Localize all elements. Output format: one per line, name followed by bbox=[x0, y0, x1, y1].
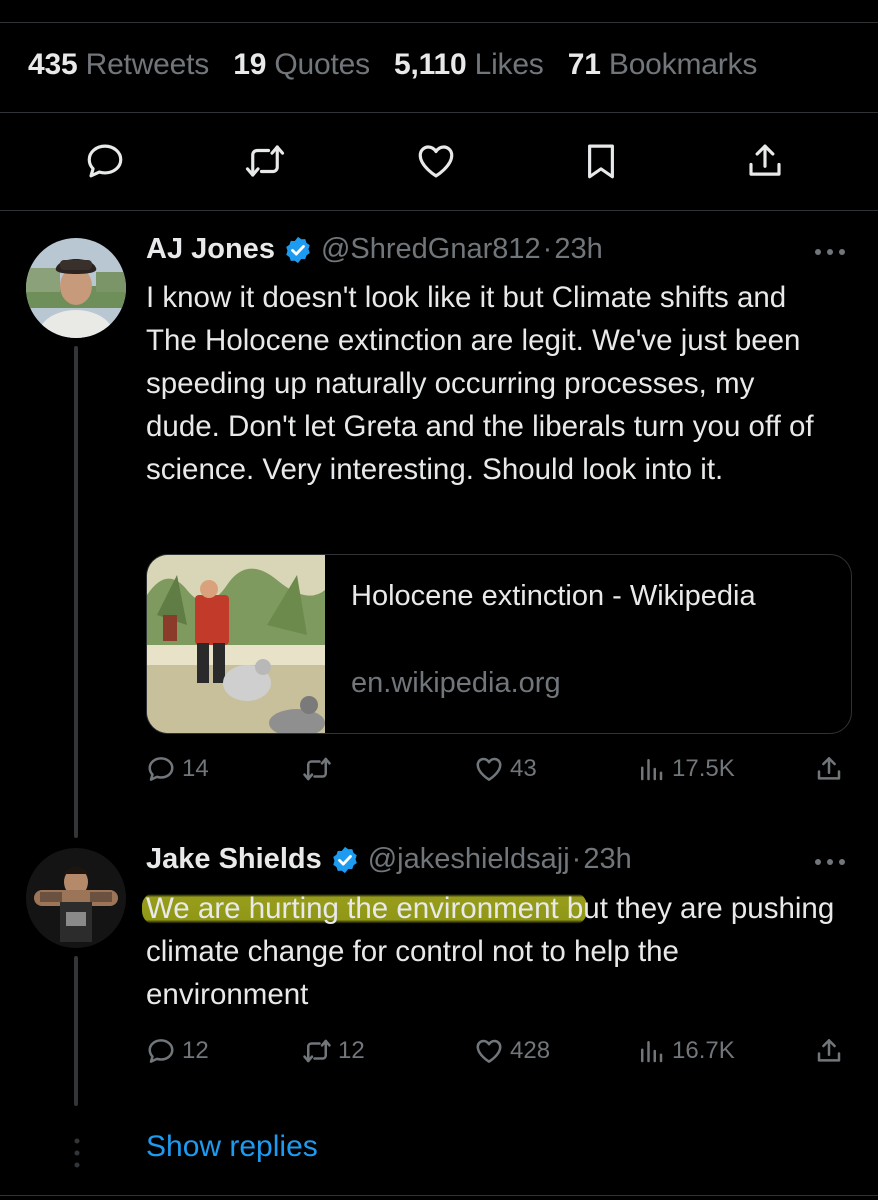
show-replies-link[interactable]: Show replies bbox=[146, 1130, 318, 1164]
handle[interactable]: @jakeshieldsajj bbox=[368, 843, 570, 876]
like-button[interactable]: 428 bbox=[474, 1036, 550, 1066]
likes-label: Likes bbox=[474, 48, 544, 81]
vertical-dots-icon bbox=[74, 1138, 80, 1168]
bookmark-icon[interactable] bbox=[580, 140, 622, 182]
handle[interactable]: @ShredGnar812 bbox=[321, 233, 541, 266]
main-action-bar bbox=[0, 140, 878, 186]
like-count: 43 bbox=[510, 755, 537, 782]
bottom-divider bbox=[0, 1195, 878, 1196]
thread-line bbox=[74, 346, 78, 838]
display-name[interactable]: Jake Shields bbox=[146, 843, 322, 876]
like-icon bbox=[476, 1039, 502, 1063]
bookmarks-label: Bookmarks bbox=[608, 48, 758, 81]
reply-count-button[interactable]: 12 bbox=[146, 1036, 209, 1066]
share-icon bbox=[817, 1039, 841, 1062]
retweets-count: 435 bbox=[28, 48, 78, 81]
retweet-count: 12 bbox=[338, 1037, 365, 1064]
views-count: 17.5K bbox=[672, 755, 735, 782]
like-icon[interactable] bbox=[415, 140, 457, 182]
timestamp[interactable]: 23h bbox=[554, 233, 602, 266]
display-name[interactable]: AJ Jones bbox=[146, 233, 275, 266]
actions-divider bbox=[0, 210, 878, 211]
reply-count-button[interactable]: 14 bbox=[146, 754, 209, 784]
retweet-button[interactable]: 12 bbox=[302, 1036, 365, 1066]
highlighted-text: We are hurting the environment b bbox=[142, 892, 588, 925]
top-divider bbox=[0, 22, 878, 23]
quotes-count: 19 bbox=[233, 48, 267, 81]
more-options-icon[interactable] bbox=[810, 242, 850, 262]
reply-icon[interactable] bbox=[84, 140, 126, 182]
reply-metrics: 14 43 17.5K bbox=[146, 754, 856, 790]
reply-icon bbox=[148, 1039, 174, 1063]
likes-stat[interactable]: 5,110 Likes bbox=[394, 48, 544, 81]
retweet-icon[interactable] bbox=[244, 140, 286, 182]
share-icon bbox=[817, 757, 841, 780]
like-icon bbox=[476, 757, 502, 781]
reply-count: 12 bbox=[182, 1037, 209, 1064]
quotes-stat[interactable]: 19 Quotes bbox=[233, 48, 370, 81]
views-icon bbox=[641, 759, 663, 781]
more-options-icon[interactable] bbox=[810, 852, 850, 872]
timestamp[interactable]: 23h bbox=[583, 843, 631, 876]
like-button[interactable]: 43 bbox=[474, 754, 537, 784]
reply-text: We are hurting the environment but they … bbox=[142, 887, 836, 1016]
link-card[interactable]: Holocene extinction - Wikipedia en.wikip… bbox=[146, 554, 852, 734]
retweet-button[interactable] bbox=[302, 754, 338, 784]
engagement-stats: 435 Retweets 19 Quotes 5,110 Likes 71 Bo… bbox=[28, 48, 773, 82]
retweet-icon bbox=[303, 757, 331, 781]
reply-count: 14 bbox=[182, 755, 209, 782]
avatar[interactable] bbox=[26, 238, 126, 338]
reply-header: Jake Shields @jakeshieldsajj · 23h bbox=[146, 843, 632, 876]
retweets-stat[interactable]: 435 Retweets bbox=[28, 48, 209, 81]
views-count: 16.7K bbox=[672, 1037, 735, 1064]
card-title: Holocene extinction - Wikipedia bbox=[351, 580, 756, 612]
bookmarks-count: 71 bbox=[567, 48, 601, 81]
reply-metrics: 12 12 428 16.7K bbox=[146, 1036, 856, 1072]
thread-line bbox=[74, 956, 78, 1106]
verified-badge-icon bbox=[286, 236, 310, 263]
views-button[interactable]: 17.5K bbox=[636, 754, 735, 784]
share-icon[interactable] bbox=[744, 140, 786, 182]
likes-count: 5,110 bbox=[394, 48, 467, 81]
separator-dot: · bbox=[542, 233, 553, 265]
stats-divider bbox=[0, 112, 878, 113]
avatar[interactable] bbox=[26, 848, 126, 948]
retweets-label: Retweets bbox=[85, 48, 210, 81]
views-button[interactable]: 16.7K bbox=[636, 1036, 735, 1066]
separator-dot: · bbox=[571, 843, 582, 875]
views-icon bbox=[641, 1041, 663, 1063]
verified-badge-icon bbox=[332, 846, 357, 873]
quotes-label: Quotes bbox=[274, 48, 370, 81]
retweet-icon bbox=[303, 1039, 331, 1063]
share-button[interactable] bbox=[814, 1036, 850, 1066]
card-domain: en.wikipedia.org bbox=[351, 667, 561, 699]
card-thumbnail bbox=[147, 555, 325, 733]
share-button[interactable] bbox=[814, 754, 850, 784]
reply-text: I know it doesn't look like it but Clima… bbox=[146, 281, 814, 486]
like-count: 428 bbox=[510, 1037, 551, 1064]
reply-icon bbox=[148, 757, 174, 781]
reply-header: AJ Jones @ShredGnar812 · 23h bbox=[146, 233, 603, 266]
bookmarks-stat[interactable]: 71 Bookmarks bbox=[567, 48, 758, 81]
